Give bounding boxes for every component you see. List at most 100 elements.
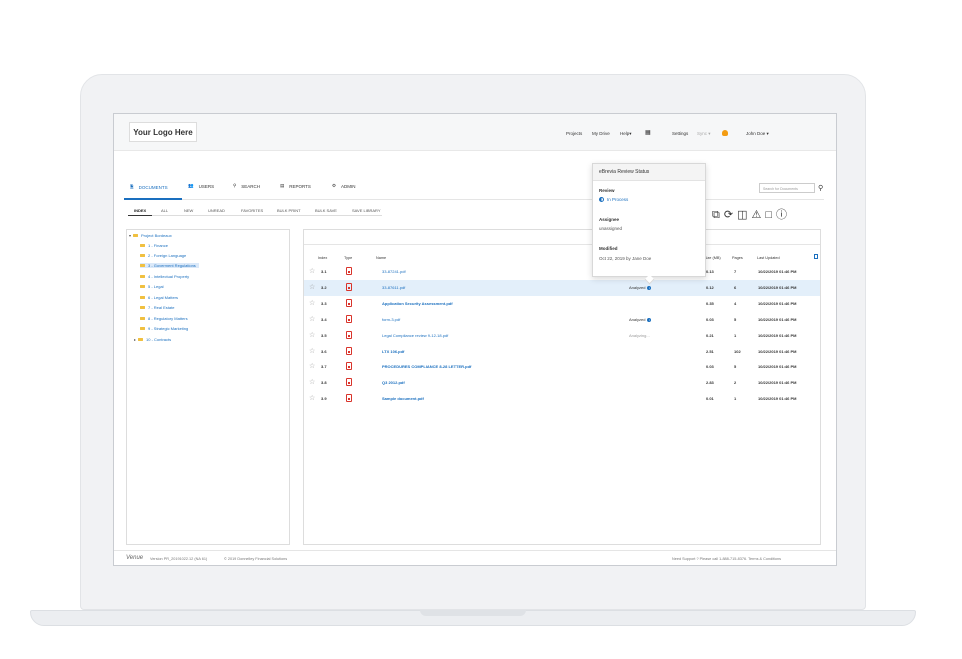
tab-users[interactable]: 👥 USERS bbox=[188, 183, 214, 189]
column-header-name[interactable]: Name bbox=[376, 256, 386, 260]
favorite-star-icon[interactable]: ☆ bbox=[309, 315, 315, 323]
row-name[interactable]: 33-87241.pdf bbox=[382, 269, 406, 274]
footer-brand: Venue bbox=[126, 555, 144, 561]
refresh-icon[interactable]: ⟳ bbox=[724, 209, 733, 221]
row-name[interactable]: Q3 2012.pdf bbox=[382, 380, 405, 385]
column-header-last-updated[interactable]: Last Updated bbox=[757, 256, 780, 260]
row-name[interactable]: Legal Compliance review 9-12-18.pdf bbox=[382, 333, 448, 338]
column-header-pages[interactable]: Pages bbox=[732, 256, 743, 260]
folder-icon bbox=[140, 326, 145, 331]
user-menu[interactable]: John Doe ▾ bbox=[746, 131, 769, 137]
pdf-file-icon bbox=[346, 362, 352, 371]
footer-support[interactable]: Need Support ? Please call 1-888-715-837… bbox=[672, 557, 781, 561]
column-header-index[interactable]: Index bbox=[318, 256, 327, 260]
tab-documents-label: DOCUMENTS bbox=[138, 184, 168, 190]
favorite-star-icon[interactable]: ☆ bbox=[309, 394, 315, 402]
row-pages: 4 bbox=[734, 300, 737, 306]
tree-item-intellectual-property[interactable]: 4 - Intellectual Property bbox=[140, 274, 189, 279]
tree-item-goverment-regulations[interactable]: 3 - Goverment Regulations bbox=[140, 263, 199, 268]
table-row[interactable]: ☆ 3.9 Sample document.pdf 0.01 1 10/22/2019 0… bbox=[304, 391, 820, 407]
table-row[interactable]: ☆ 3.2 33-87611.pdf Analyzed i 0.12 6 10/22/2019… bbox=[304, 279, 820, 296]
subtab-unread[interactable]: UNREAD bbox=[208, 208, 225, 213]
documents-icon: 🗎 bbox=[130, 184, 134, 189]
assignee-label: Assignee bbox=[599, 217, 620, 222]
status-info-icon[interactable]: i bbox=[647, 285, 652, 290]
tabs-divider bbox=[124, 199, 824, 200]
subtab-new[interactable]: NEW bbox=[184, 208, 193, 213]
tree-item-label: 10 - Contracts bbox=[146, 337, 172, 342]
hierarchy-icon[interactable]: ◫ bbox=[737, 209, 747, 221]
notification-bell-icon[interactable] bbox=[722, 130, 728, 136]
row-name[interactable]: Sample document.pdf bbox=[382, 396, 424, 401]
row-name[interactable]: 33-87611.pdf bbox=[382, 285, 405, 290]
subtab-favorites[interactable]: FAVORITES bbox=[241, 208, 263, 213]
review-label: Review bbox=[599, 188, 615, 193]
table-row[interactable]: ☆ 3.7 PROCEDURES COMPLIANCE 8-28 LETTER.pd… bbox=[304, 359, 820, 375]
table-row[interactable]: ☆ 3.5 Legal Compliance review 9-12-18.pdf A… bbox=[304, 328, 820, 344]
row-name[interactable]: Application Security Assessment.pdf bbox=[382, 301, 453, 306]
tab-documents[interactable]: 🗎 DOCUMENTS bbox=[130, 183, 168, 191]
tree-item-regulatory-matters[interactable]: 8 - Regulatory Matters bbox=[140, 316, 188, 321]
table-row[interactable]: ☆ 3.1 33-87241.pdf 0.13 7 10/22/2019 01:46 PM bbox=[304, 264, 820, 280]
export-icon[interactable] bbox=[814, 254, 818, 259]
subtab-index[interactable]: INDEX bbox=[134, 208, 146, 213]
favorite-star-icon[interactable]: ☆ bbox=[309, 362, 315, 370]
tree-item-legal[interactable]: 5 - Legal bbox=[140, 284, 164, 289]
nav-sync[interactable]: Sync ▾ bbox=[697, 131, 711, 137]
caret-down-icon: ▾ bbox=[766, 131, 769, 136]
document-search-input[interactable]: Search for Documents bbox=[759, 183, 815, 193]
folder-icon bbox=[140, 243, 145, 248]
favorite-star-icon[interactable]: ☆ bbox=[309, 378, 315, 386]
tree-root[interactable]: ▾ Project Bordeaux bbox=[129, 233, 172, 238]
subtab-bulk-save[interactable]: BULK SAVE bbox=[315, 208, 337, 213]
status-info-icon[interactable]: i bbox=[647, 317, 652, 322]
subtabs-divider bbox=[128, 215, 382, 216]
tab-search[interactable]: ⚲ SEARCH bbox=[233, 183, 260, 189]
row-size: 0.01 bbox=[706, 396, 714, 402]
table-row[interactable]: ☆ 3.8 Q3 2012.pdf 2.83 2 10/22/2019 01:46 PM bbox=[304, 375, 820, 391]
row-updated: 10/22/2019 01:46 PM bbox=[758, 364, 797, 370]
tree-item-foreign-language[interactable]: 2 - Foreign Language bbox=[140, 253, 186, 258]
tab-admin[interactable]: ⚙ ADMIN bbox=[332, 183, 356, 189]
search-button-icon[interactable]: ⚲ bbox=[818, 184, 823, 192]
row-index: 3.6 bbox=[321, 348, 327, 354]
tab-reports[interactable]: ▤ REPORTS bbox=[280, 183, 311, 189]
row-name[interactable]: form-3.pdf bbox=[382, 317, 400, 322]
note-icon[interactable]: □ bbox=[765, 209, 772, 221]
column-header-type[interactable]: Type bbox=[344, 256, 352, 260]
subtab-bulk-print[interactable]: BULK PRINT bbox=[277, 208, 301, 213]
column-header-size[interactable]: Size (MB) bbox=[704, 256, 721, 260]
row-name[interactable]: LTX 106.pdf bbox=[382, 349, 404, 354]
favorite-star-icon[interactable]: ☆ bbox=[309, 283, 315, 291]
tree-item-legal-matters[interactable]: 6 - Legal Matters bbox=[140, 295, 178, 300]
row-name[interactable]: PROCEDURES COMPLIANCE 8-28 LETTER.pdf bbox=[382, 364, 471, 369]
folder-icon bbox=[133, 233, 139, 238]
favorite-star-icon[interactable]: ☆ bbox=[309, 267, 315, 275]
apps-grid-icon[interactable]: ▦ bbox=[645, 129, 651, 136]
row-status-label: Analyzed bbox=[629, 316, 646, 322]
subtab-save-library[interactable]: SAVE LIBRARY bbox=[352, 208, 381, 213]
favorite-star-icon[interactable]: ☆ bbox=[309, 299, 315, 307]
assignee-value: unassigned bbox=[599, 226, 623, 231]
tab-reports-label: REPORTS bbox=[289, 183, 311, 189]
table-row[interactable]: ☆ 3.6 LTX 106.pdf 2.51 102 10/22/2019 01:46 P… bbox=[304, 344, 820, 360]
warning-icon[interactable]: ⚠ bbox=[751, 209, 761, 221]
favorite-star-icon[interactable]: ☆ bbox=[309, 347, 315, 355]
tree-item-real-estate[interactable]: 7 - Real Estate bbox=[140, 305, 174, 310]
tree-item-strategic-marketing[interactable]: 9 - Strategic Marketing bbox=[140, 326, 188, 331]
active-tab-indicator bbox=[124, 198, 182, 200]
active-subtab-indicator bbox=[128, 215, 152, 216]
table-row[interactable]: ☆ 3.3 Application Security Assessment.pdf 0… bbox=[304, 296, 820, 312]
subtab-all[interactable]: ALL bbox=[161, 208, 168, 213]
nav-settings[interactable]: Settings bbox=[672, 131, 688, 136]
tree-item-contracts[interactable]: ▸ 10 - Contracts bbox=[134, 337, 171, 342]
nav-my-drive[interactable]: My Drive bbox=[592, 131, 610, 136]
copy-icon[interactable]: ⧉ bbox=[712, 209, 720, 221]
nav-help[interactable]: Help▾ bbox=[620, 131, 632, 137]
favorite-star-icon[interactable]: ☆ bbox=[309, 331, 315, 339]
nav-projects[interactable]: Projects bbox=[566, 131, 582, 136]
info-icon[interactable]: ⓘ bbox=[776, 209, 787, 221]
table-row[interactable]: ☆ 3.4 form-3.pdf Analyzed i 0.03 5 10/22/2019 0… bbox=[304, 312, 820, 328]
tree-item-finance[interactable]: 1 - Finance bbox=[140, 243, 168, 248]
popover-title: eBrevia Review Status bbox=[593, 164, 705, 181]
